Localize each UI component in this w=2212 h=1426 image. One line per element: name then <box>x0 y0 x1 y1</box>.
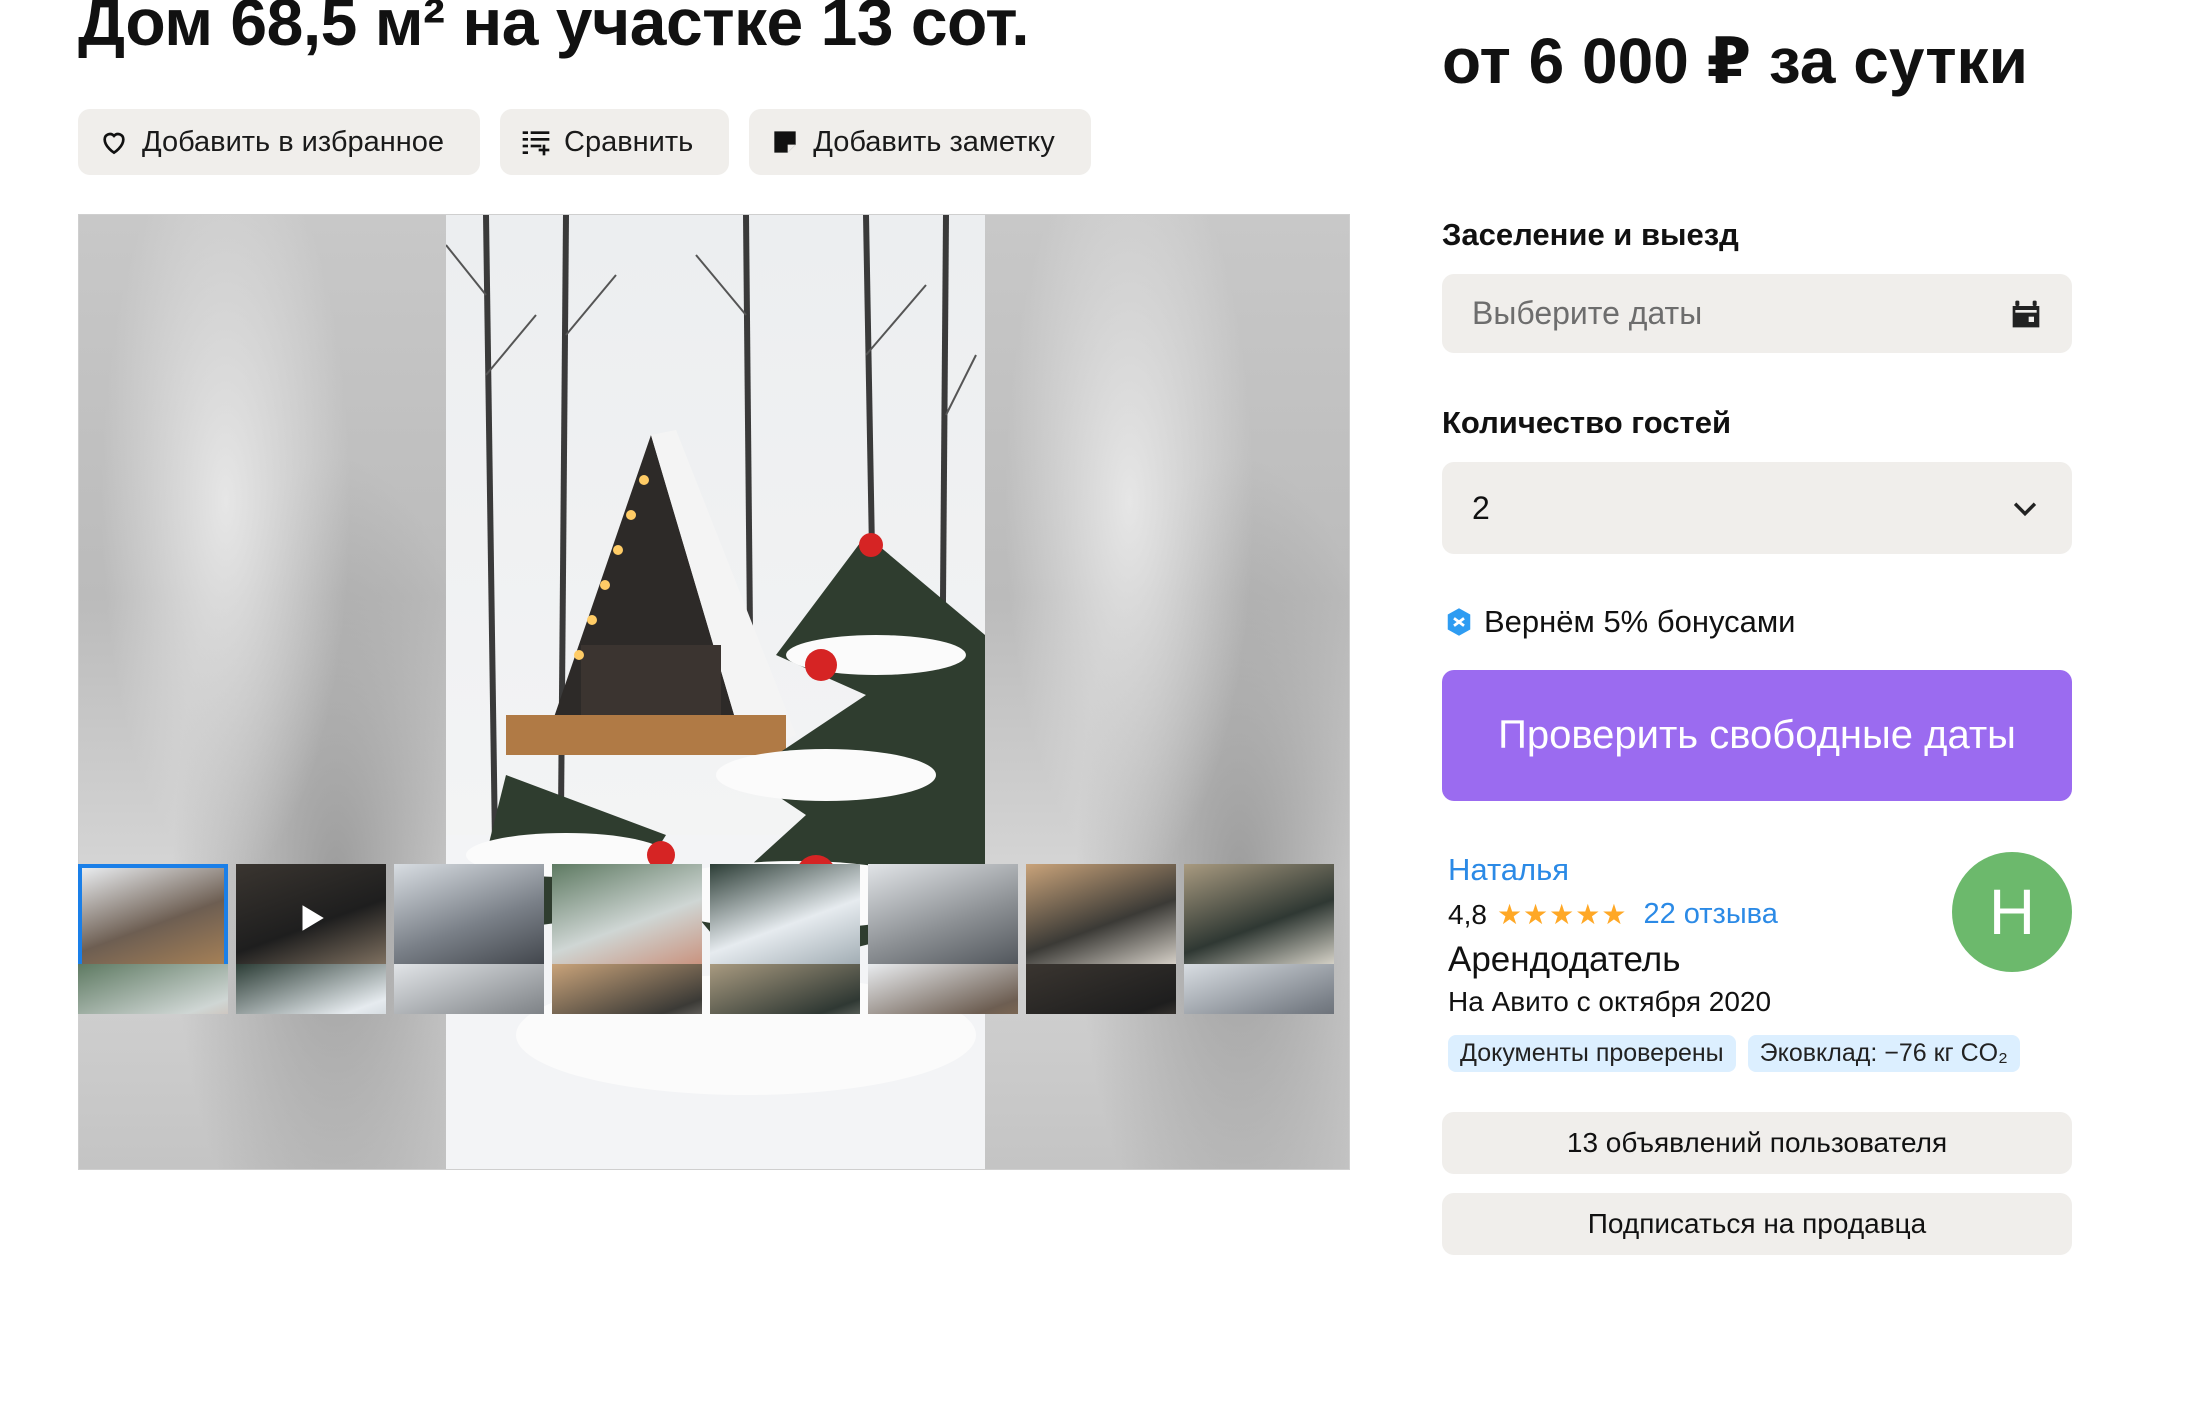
thumb-2-video[interactable] <box>236 864 386 972</box>
chevron-down-icon <box>2013 502 2037 517</box>
thumb-4[interactable] <box>552 864 702 972</box>
guests-value: 2 <box>1472 489 1490 526</box>
bonus-info: Вернём 5% бонусами <box>1444 604 1796 640</box>
play-icon <box>289 896 333 940</box>
main-photo-image <box>446 215 985 1169</box>
photo-blur-right <box>983 215 1349 1169</box>
seller-name-link[interactable]: Наталья <box>1448 852 1569 888</box>
photo-blur-left <box>79 215 446 1169</box>
compare-button[interactable]: Сравнить <box>500 109 730 175</box>
thumb-row2-4[interactable] <box>552 964 702 1014</box>
avatar[interactable]: Н <box>1952 852 2072 972</box>
thumb-row2-1[interactable] <box>78 964 228 1014</box>
add-note-button[interactable]: Добавить заметку <box>749 109 1091 175</box>
dates-picker[interactable]: Выберите даты <box>1442 274 2072 353</box>
eco-contribution-badge[interactable]: Эковклад: −76 кг CO₂ <box>1747 1035 2020 1072</box>
documents-verified-badge: Документы проверены <box>1448 1035 1736 1072</box>
rating-stars-icon: ★★★★★ <box>1496 899 1628 930</box>
compare-label: Сравнить <box>564 125 694 158</box>
favorite-label: Добавить в избранное <box>142 125 445 158</box>
price: от 6 000 ₽ за сутки <box>1442 25 2028 97</box>
listing-actions: Добавить в избранное Сравнить Добавить з… <box>78 109 1091 175</box>
thumb-1[interactable] <box>78 864 228 972</box>
thumb-row2-7[interactable] <box>1026 964 1176 1014</box>
seller-role: Арендодатель <box>1448 940 1681 979</box>
seller-since: На Авито с октября 2020 <box>1448 986 1772 1017</box>
compare-icon <box>522 131 550 156</box>
thumb-5[interactable] <box>710 864 860 972</box>
thumb-7[interactable] <box>1026 864 1176 972</box>
main-photo[interactable] <box>78 214 1350 1170</box>
thumbnails-row-1 <box>78 864 1334 972</box>
thumb-row2-6[interactable] <box>868 964 1018 1014</box>
seller-rating: 4,8 ★★★★★ 22 отзыва <box>1448 898 1778 931</box>
thumbnails-row-2 <box>78 964 1334 1014</box>
reviews-link[interactable]: 22 отзыва <box>1643 898 1777 931</box>
thumb-row2-2[interactable] <box>236 964 386 1014</box>
seller-badges: Документы проверены Эковклад: −76 кг CO₂ <box>1448 1035 2020 1072</box>
note-icon <box>774 131 796 153</box>
note-label: Добавить заметку <box>813 125 1055 158</box>
seller-listings-button[interactable]: 13 объявлений пользователя <box>1442 1112 2072 1174</box>
dates-placeholder: Выберите даты <box>1472 295 1703 331</box>
guests-select[interactable]: 2 <box>1442 462 2072 554</box>
thumb-row2-3[interactable] <box>394 964 544 1014</box>
thumb-8[interactable] <box>1184 864 1334 972</box>
calendar-icon <box>2012 300 2040 327</box>
bonus-icon <box>1447 608 1471 636</box>
check-dates-button[interactable]: Проверить свободные даты <box>1442 670 2072 801</box>
thumb-row2-5[interactable] <box>710 964 860 1014</box>
thumb-6[interactable] <box>868 864 1018 972</box>
rating-value: 4,8 <box>1448 898 1487 930</box>
heart-icon <box>103 132 125 155</box>
bonus-text: Вернём 5% бонусами <box>1484 604 1796 639</box>
guests-label: Количество гостей <box>1442 405 1732 440</box>
thumb-3[interactable] <box>394 864 544 972</box>
listing-title: Дом 68,5 м² на участке 13 сот. <box>78 0 1030 59</box>
thumb-row2-8[interactable] <box>1184 964 1334 1014</box>
add-to-favorites-button[interactable]: Добавить в избранное <box>78 109 481 175</box>
subscribe-seller-button[interactable]: Подписаться на продавца <box>1442 1193 2072 1255</box>
dates-label: Заселение и выезд <box>1442 217 1739 252</box>
